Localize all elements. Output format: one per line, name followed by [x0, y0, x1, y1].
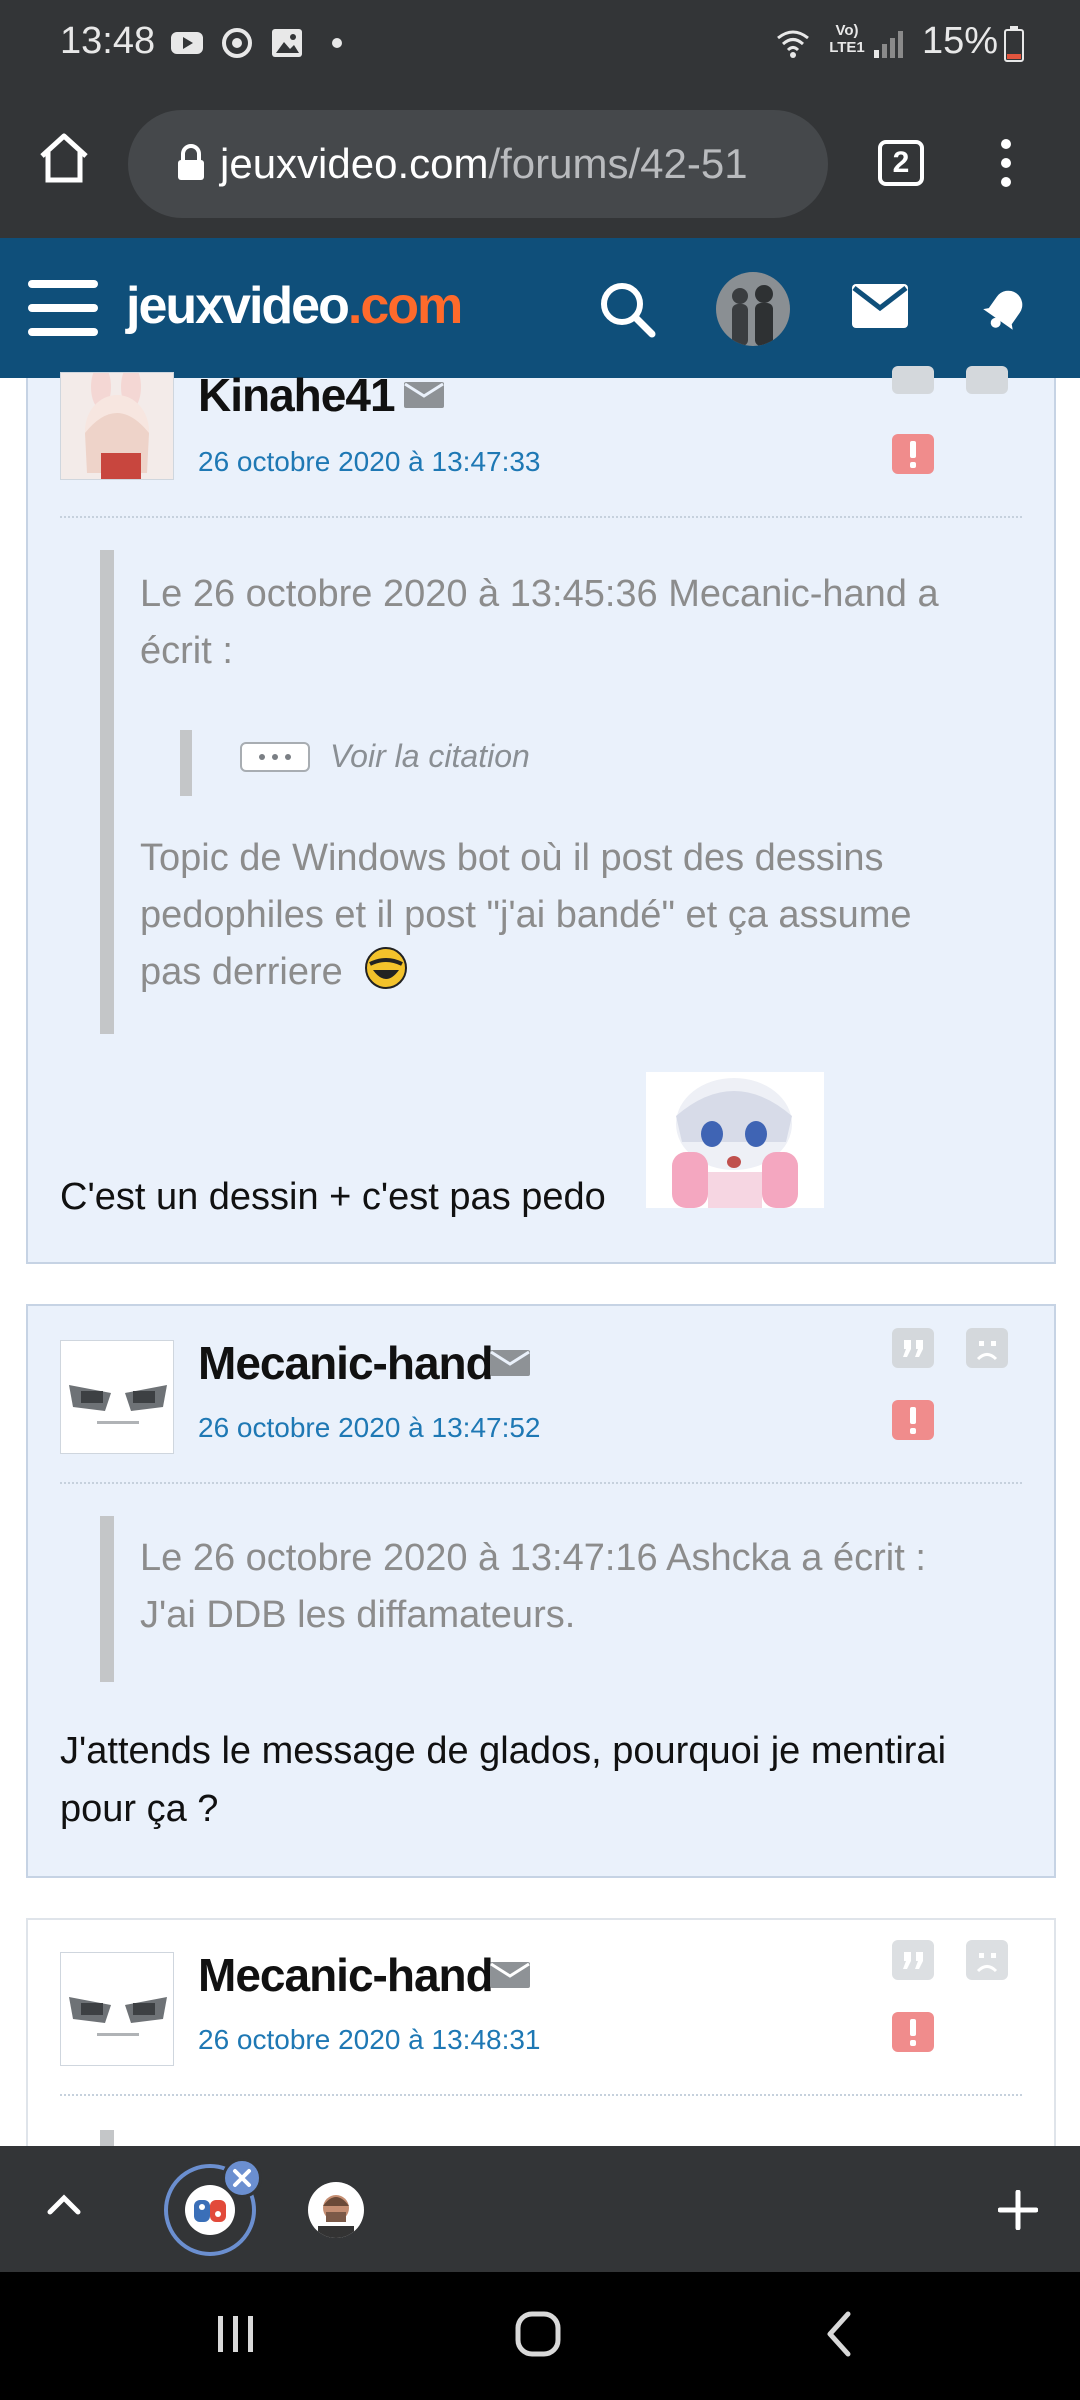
author-avatar[interactable]	[60, 1340, 174, 1454]
exclamation-glyph	[910, 2019, 916, 2046]
post-body-continued: pour ça ?	[60, 1788, 219, 1830]
quote-icon[interactable]	[892, 1328, 934, 1368]
quote-body-line: Topic de Windows bot où il post des dess…	[140, 837, 884, 879]
avatar-silhouettes	[732, 285, 773, 346]
anime-avatar-image	[61, 373, 173, 479]
quote-bar	[100, 1516, 114, 1682]
back-icon[interactable]	[824, 2310, 854, 2358]
lock-icon	[178, 144, 204, 180]
post-date[interactable]: 26 octobre 2020 à 13:47:52	[198, 1412, 541, 1444]
mail-icon[interactable]	[852, 284, 908, 328]
search-icon[interactable]	[598, 280, 656, 338]
show-quote-link[interactable]: Voir la citation	[330, 738, 530, 775]
system-navigation-bar	[0, 2272, 1080, 2400]
post-date[interactable]: 26 octobre 2020 à 13:48:31	[198, 2024, 541, 2056]
network-type: Vo) LTE1	[829, 22, 865, 56]
exclamation-glyph	[910, 1407, 916, 1434]
quote-glyph	[903, 1340, 923, 1357]
quote-glyph	[903, 1952, 923, 1969]
author-avatar[interactable]	[60, 372, 174, 480]
quote-header: Le 26 octobre 2020 à 13:45:36 Mecanic-ha…	[140, 573, 939, 615]
site-logo[interactable]: jeuxvideo.com	[126, 276, 463, 336]
home-button-icon[interactable]	[514, 2310, 562, 2358]
floating-tab-bar	[0, 2146, 1080, 2272]
private-message-icon[interactable]	[490, 1962, 530, 1988]
report-icon[interactable]	[892, 2012, 934, 2052]
hamburger-icon[interactable]	[28, 280, 98, 336]
person-avatar-image	[318, 2195, 354, 2238]
post-body: J'attends le message de glados, pourquoi…	[60, 1730, 947, 1772]
expand-quote-button[interactable]	[240, 742, 310, 772]
browser-toolbar: jeuxvideo.com/forums/42-51 2	[0, 88, 1080, 238]
robot-hands-avatar-image	[61, 1953, 173, 2065]
forum-post: Mecanic-hand 26 octobre 2020 à 13:48:31	[26, 1918, 1056, 2160]
post-separator	[60, 516, 1022, 518]
new-tab-plus-icon[interactable]	[998, 2190, 1038, 2230]
quote-body-line: pedophiles et il post "j'ai bandé" et ça…	[140, 894, 912, 936]
anime-sticker-image	[646, 1072, 824, 1208]
quote-body-line: J'ai DDB les diffamateurs.	[140, 1594, 576, 1636]
post-body: C'est un dessin + c'est pas pedo	[60, 1176, 606, 1218]
report-icon[interactable]	[892, 434, 934, 474]
author-name[interactable]: Mecanic-hand	[198, 1336, 494, 1390]
sad-face-glyph	[976, 1953, 998, 1973]
site-header: jeuxvideo.com	[0, 238, 1080, 378]
post-date[interactable]: 26 octobre 2020 à 13:47:33	[198, 446, 541, 478]
nested-quote-bar	[180, 730, 192, 796]
youtube-icon	[171, 32, 203, 54]
url-text: jeuxvideo.com/forums/42-51	[220, 140, 748, 187]
address-bar[interactable]: jeuxvideo.com/forums/42-51	[128, 110, 828, 218]
author-name[interactable]: Mecanic-hand	[198, 1948, 494, 2002]
quote-header-continued: écrit :	[140, 630, 233, 672]
chevron-up-icon[interactable]	[46, 2192, 82, 2216]
robot-hands-avatar-image	[61, 1341, 173, 1453]
status-time: 13:48	[60, 20, 156, 62]
report-icon[interactable]	[892, 1400, 934, 1440]
wifi-icon	[777, 30, 809, 58]
tab-switcher-button[interactable]: 2	[878, 140, 924, 186]
overflow-menu-icon[interactable]	[994, 138, 1018, 188]
battery-level: 15%	[922, 20, 999, 62]
forum-post: Mecanic-hand 26 octobre 2020 à 13:47:52 …	[26, 1304, 1056, 1878]
blacklist-icon[interactable]	[966, 1328, 1008, 1368]
bell-icon[interactable]	[980, 282, 1032, 334]
ellipsis-icon	[259, 754, 291, 760]
close-icon	[233, 2169, 251, 2187]
more-notifications-dot	[332, 38, 342, 48]
private-message-icon[interactable]	[404, 382, 444, 408]
home-icon[interactable]	[38, 132, 90, 184]
quote-icon[interactable]	[892, 1940, 934, 1980]
tab-thumbnail[interactable]	[308, 2182, 364, 2238]
exclamation-glyph	[910, 441, 916, 468]
user-avatar[interactable]	[716, 272, 790, 346]
sad-face-glyph	[976, 1341, 998, 1361]
post-separator	[60, 2094, 1022, 2096]
forum-post: Kinahe41 26 octobre 2020 à 13:47:33 Le 2…	[26, 366, 1056, 1264]
author-name[interactable]: Kinahe41	[198, 368, 396, 422]
quote-header: Le 26 octobre 2020 à 13:47:16 Ashcka a é…	[140, 1537, 926, 1579]
blacklist-icon[interactable]	[966, 1940, 1008, 1980]
laughing-smiley-icon	[365, 947, 407, 989]
quote-icon[interactable]	[892, 366, 934, 394]
close-tab-button[interactable]	[222, 2158, 262, 2198]
signal-icon	[874, 31, 903, 58]
gallery-icon	[272, 29, 302, 57]
sync-icon	[222, 28, 252, 58]
status-bar: 13:48 Vo) LTE1 15%	[0, 0, 1080, 88]
recent-apps-icon[interactable]	[214, 2312, 258, 2356]
quote-body-line: pas derriere	[140, 951, 343, 993]
private-message-icon[interactable]	[490, 1350, 530, 1376]
post-separator	[60, 1482, 1022, 1484]
battery-icon	[1004, 26, 1024, 62]
quote-bar	[100, 550, 114, 1034]
author-avatar[interactable]	[60, 1952, 174, 2066]
blacklist-icon[interactable]	[966, 366, 1008, 394]
